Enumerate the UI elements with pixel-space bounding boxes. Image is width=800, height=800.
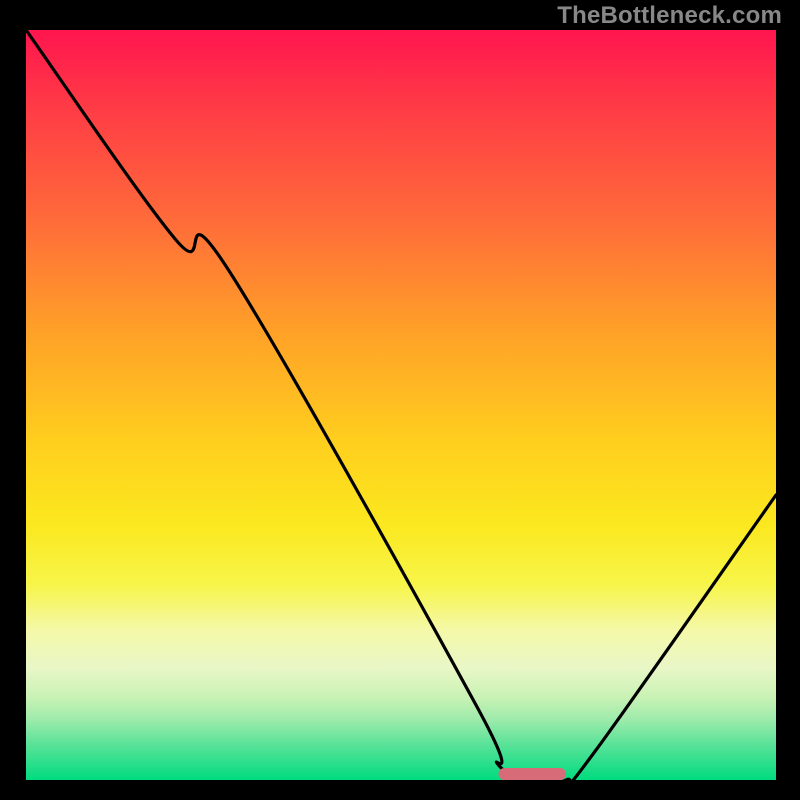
plot-area	[26, 30, 776, 780]
chart-container: TheBottleneck.com	[0, 0, 800, 800]
watermark-text: TheBottleneck.com	[557, 2, 782, 30]
bottleneck-curve	[26, 30, 776, 780]
optimal-marker	[499, 768, 567, 780]
curve-svg	[26, 30, 776, 780]
